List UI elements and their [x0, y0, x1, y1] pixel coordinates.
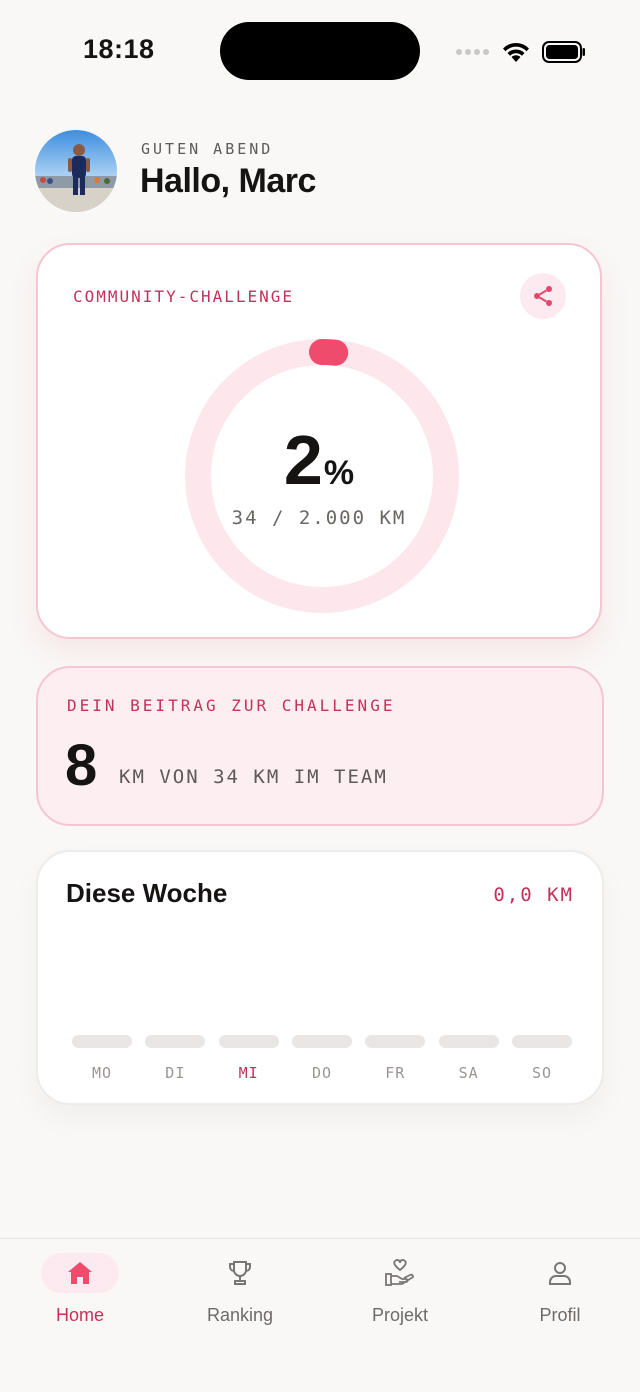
- day-column: SO: [511, 1035, 572, 1082]
- share-icon: [534, 286, 552, 306]
- day-label: DO: [311, 1064, 333, 1082]
- greeting-subtitle: GUTEN ABEND: [141, 140, 274, 158]
- percent-sign: %: [323, 454, 355, 492]
- week-title: Diese Woche: [66, 878, 228, 908]
- day-column: DO: [291, 1035, 352, 1082]
- wifi-icon: [503, 42, 529, 62]
- day-label-today: MI: [238, 1064, 259, 1082]
- day-bar: [145, 1035, 206, 1048]
- user-icon: [549, 1262, 571, 1285]
- day-label: SA: [458, 1064, 479, 1082]
- share-button[interactable]: [520, 273, 566, 319]
- tab-bar: Home Ranking Projekt Profil: [0, 1238, 640, 1392]
- day-column: SA: [438, 1035, 499, 1082]
- day-bar: [291, 1035, 352, 1048]
- status-time: 18:18: [83, 34, 155, 64]
- day-label: SO: [531, 1064, 552, 1082]
- trophy-icon: [229, 1261, 251, 1285]
- weekly-card[interactable]: Diese Woche 0,0 KM MO DI MI DO FR SA SO: [36, 850, 604, 1105]
- day-bar: [511, 1035, 572, 1048]
- tab-home-indicator: [41, 1253, 119, 1293]
- day-label: DI: [165, 1064, 186, 1082]
- day-bar: [365, 1035, 426, 1048]
- avatar-photo: [35, 130, 117, 212]
- day-bar: [218, 1035, 279, 1048]
- tab-home[interactable]: Home: [0, 1253, 160, 1326]
- week-bars: MO DI MI DO FR SA SO: [72, 1035, 572, 1082]
- day-bar: [72, 1035, 132, 1048]
- day-label: FR: [385, 1064, 406, 1082]
- tab-projekt[interactable]: Projekt: [320, 1253, 480, 1326]
- tab-home-label: Home: [55, 1305, 104, 1325]
- contribution-label: DEIN BEITRAG ZUR CHALLENGE: [67, 696, 396, 715]
- home-icon: [68, 1262, 92, 1284]
- day-column: DI: [145, 1035, 206, 1082]
- tab-profil[interactable]: Profil: [480, 1253, 640, 1326]
- progress-km-text: 34 / 2.000 KM: [231, 507, 407, 529]
- tab-ranking-indicator: [201, 1253, 279, 1293]
- heart-hand-icon: [385, 1259, 414, 1286]
- day-column: MI: [218, 1035, 279, 1082]
- tab-profil-label: Profil: [539, 1305, 581, 1325]
- week-total: 0,0 KM: [493, 884, 574, 906]
- day-column: FR: [365, 1035, 426, 1082]
- tab-profil-indicator: [521, 1253, 599, 1293]
- contribution-text: KM VON 34 KM IM TEAM: [119, 766, 388, 788]
- day-bar: [438, 1035, 499, 1048]
- contribution-card[interactable]: DEIN BEITRAG ZUR CHALLENGE 8 KM VON 34 K…: [36, 666, 604, 826]
- signal-icon: [456, 49, 489, 55]
- percent-value: 2: [283, 421, 323, 499]
- greeting-title: Hallo, Marc: [140, 162, 316, 200]
- day-label: MO: [91, 1064, 113, 1082]
- battery-icon: [542, 41, 585, 63]
- avatar[interactable]: [35, 130, 117, 212]
- tab-ranking[interactable]: Ranking: [160, 1253, 320, 1326]
- dynamic-island: [220, 22, 420, 80]
- challenge-label: COMMUNITY-CHALLENGE: [73, 287, 295, 306]
- progress-percent: 2%: [38, 420, 600, 500]
- day-column: MO: [72, 1035, 132, 1082]
- contribution-value: 8: [65, 733, 98, 798]
- tab-projekt-indicator: [361, 1253, 439, 1293]
- status-icons: [456, 38, 586, 66]
- tab-ranking-label: Ranking: [206, 1305, 274, 1325]
- tab-projekt-label: Projekt: [371, 1305, 429, 1325]
- community-challenge-card[interactable]: COMMUNITY-CHALLENGE 2% 34 / 2.000 KM: [36, 243, 602, 639]
